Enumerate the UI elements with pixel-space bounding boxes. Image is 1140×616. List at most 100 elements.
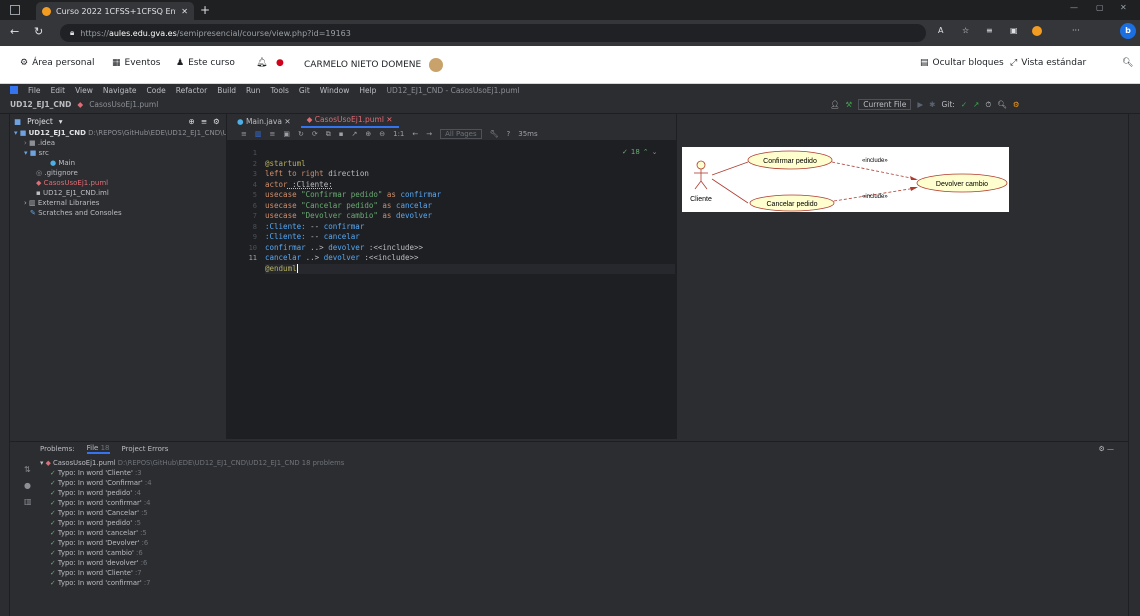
reload-icon[interactable]: ↻ (34, 25, 43, 38)
favorites-list-icon[interactable]: ≡ (986, 26, 993, 35)
problem-row[interactable]: ✓ Typo: In word 'cambio' :6 (40, 548, 344, 558)
problems-indicator[interactable]: ✓ 18 ⌃ ⌄ (622, 148, 658, 156)
chevron-down-icon[interactable]: ⌄ (652, 148, 658, 156)
user-icon[interactable]: 👤︎ (830, 100, 840, 109)
layout-editor-icon[interactable]: ≡ (241, 130, 247, 138)
problem-row[interactable]: ✓ Typo: In word 'confirmar' :4 (40, 498, 344, 508)
problem-row[interactable]: ✓ Typo: In word 'Confirmar' :4 (40, 478, 344, 488)
menu-file[interactable]: File (28, 86, 41, 95)
pages-select[interactable]: All Pages (440, 129, 482, 139)
copy-icon[interactable]: ⧉ (326, 130, 331, 139)
problem-row[interactable]: ✓ Typo: In word 'cancelar' :5 (40, 528, 344, 538)
layout-split-icon[interactable]: ▥ (255, 130, 262, 138)
zoom-out-icon[interactable]: ⊖ (379, 130, 385, 138)
breadcrumb-project[interactable]: UD12_EJ1_CND (10, 100, 71, 109)
menu-build[interactable]: Build (217, 86, 236, 95)
prev-page-icon[interactable]: ← (412, 130, 418, 138)
git-check-icon[interactable]: ✓ (961, 100, 967, 109)
notification-bell-icon[interactable]: 🔔︎ (256, 58, 267, 68)
breadcrumb-file[interactable]: CasosUsoEj1.puml (89, 100, 158, 109)
menu-refactor[interactable]: Refactor (176, 86, 207, 95)
history-icon[interactable]: ⏱ (985, 100, 991, 110)
group-icon[interactable]: ⇅ (24, 462, 32, 478)
close-tab-icon[interactable]: ✕ (181, 7, 188, 16)
tab-main-java[interactable]: ● Main.java ✕ (231, 117, 297, 126)
preview-icon[interactable]: ▥ (24, 494, 32, 510)
menu-code[interactable]: Code (147, 86, 166, 95)
help-icon[interactable]: ? (507, 130, 511, 138)
read-aloud-icon[interactable]: A (938, 26, 943, 35)
problem-row[interactable]: ✓ Typo: In word 'devolver' :6 (40, 558, 344, 568)
eventos-link[interactable]: ▦ Eventos (112, 58, 161, 68)
gear-icon[interactable]: ⚙ (213, 117, 220, 126)
settings-icon[interactable]: ⚙ (1013, 100, 1020, 109)
menu-window[interactable]: Window (320, 86, 350, 95)
maximize-icon[interactable]: ▢ (1096, 3, 1104, 12)
window-menu-icon[interactable] (10, 5, 20, 15)
layout-preview-icon[interactable]: ≡ (270, 130, 276, 138)
problem-file-row[interactable]: ▾ ◆ CasosUsoEj1.puml D:\REPOS\GitHub\EDE… (40, 458, 344, 468)
tree-row-main[interactable]: ● Main (10, 158, 226, 168)
menu-run[interactable]: Run (246, 86, 260, 95)
new-tab-icon[interactable]: + (200, 3, 210, 17)
image-icon[interactable]: ▣ (283, 130, 290, 138)
tab-casos-uso-puml[interactable]: ◆ CasosUsoEj1.puml ✕ (300, 114, 399, 128)
menu-tools[interactable]: Tools (270, 86, 288, 95)
menu-git[interactable]: Git (299, 86, 310, 95)
tree-row-src[interactable]: ▾ ■ src (10, 148, 226, 158)
tree-row-iml[interactable]: ▪ UD12_EJ1_CND.iml (10, 188, 226, 198)
extension-icon[interactable] (1032, 26, 1042, 36)
close-window-icon[interactable]: ✕ (1120, 3, 1127, 12)
actual-size-icon[interactable]: 1:1 (393, 130, 404, 138)
debug-icon[interactable]: ✱ (929, 100, 935, 109)
run-config-select[interactable]: Current File (858, 99, 912, 110)
favorite-icon[interactable]: ☆ (962, 26, 969, 35)
project-tab[interactable]: Project (27, 117, 53, 126)
git-push-icon[interactable]: ↗ (973, 100, 979, 109)
menu-view[interactable]: View (75, 86, 93, 95)
ide-search-icon[interactable]: 🔍︎ (997, 100, 1007, 109)
bulb-icon[interactable]: ● (24, 478, 32, 494)
menu-edit[interactable]: Edit (51, 86, 66, 95)
back-icon[interactable]: ← (10, 25, 19, 38)
external-icon[interactable]: ↗ (352, 130, 358, 138)
este-curso-link[interactable]: ♟ Este curso (176, 58, 235, 68)
tree-row-puml[interactable]: ◆ CasosUsoEj1.puml (10, 178, 226, 188)
code-area[interactable]: @startuml left to right direction actor :C… (265, 140, 675, 439)
collections-icon[interactable]: ▣ (1010, 26, 1018, 35)
tab-file[interactable]: File 18 (86, 444, 110, 454)
tree-row-root[interactable]: ▾ ■ UD12_EJ1_CND D:\REPOS\GitHub\EDE\UD1… (10, 128, 226, 138)
tree-row-gitignore[interactable]: ◎ .gitignore (10, 168, 226, 178)
problem-row[interactable]: ✓ Typo: In word 'pedido' :5 (40, 518, 344, 528)
area-personal-link[interactable]: ⚙ Área personal (20, 58, 95, 68)
tools-icon[interactable]: 🔧︎ (490, 130, 499, 138)
tree-row-scratches[interactable]: ✎ Scratches and Consoles (10, 208, 226, 218)
menu-help[interactable]: Help (359, 86, 376, 95)
address-bar[interactable]: 🔒︎ https://aules.edu.gva.es/semipresenci… (60, 24, 926, 42)
messages-icon[interactable]: ● (276, 58, 284, 68)
more-icon[interactable]: ··· (1072, 26, 1080, 35)
chevron-up-icon[interactable]: ⌃ (643, 148, 649, 156)
menu-navigate[interactable]: Navigate (103, 86, 137, 95)
tab-project-errors[interactable]: Project Errors (122, 445, 169, 453)
vista-estandar-button[interactable]: ⤢ Vista estándar (1010, 58, 1086, 68)
problem-row[interactable]: ✓ Typo: In word 'Cliente' :3 (40, 468, 344, 478)
bing-icon[interactable]: b (1120, 23, 1136, 39)
locate-icon[interactable]: ⊕ (189, 117, 195, 126)
user-menu[interactable]: CARMELO NIETO DOMENE (304, 58, 444, 72)
run-icon[interactable]: ▶ (917, 100, 923, 109)
problem-row[interactable]: ✓ Typo: In word 'Cancelar' :5 (40, 508, 344, 518)
browser-tab[interactable]: Curso 2022 1CFSS+1CFSQ Ento ✕ (36, 2, 194, 20)
ocultar-bloques-button[interactable]: ▤ Ocultar bloques (920, 58, 1004, 68)
close-tab-icon[interactable]: ✕ (386, 115, 392, 124)
hammer-icon[interactable]: ⚒ (846, 100, 853, 109)
zoom-in-icon[interactable]: ⊕ (365, 130, 371, 138)
minimize-icon[interactable]: — (1070, 3, 1078, 12)
settings-icon[interactable]: ⚙ — (1098, 445, 1114, 453)
collapse-icon[interactable]: ≡ (201, 117, 207, 126)
refresh-icon[interactable]: ↻ (298, 130, 304, 138)
problem-row[interactable]: ✓ Typo: In word 'Devolver' :6 (40, 538, 344, 548)
tree-row-external-libraries[interactable]: › ▥ External Libraries (10, 198, 226, 208)
problem-row[interactable]: ✓ Typo: In word 'confirmar' :7 (40, 578, 344, 588)
next-page-icon[interactable]: → (426, 130, 432, 138)
